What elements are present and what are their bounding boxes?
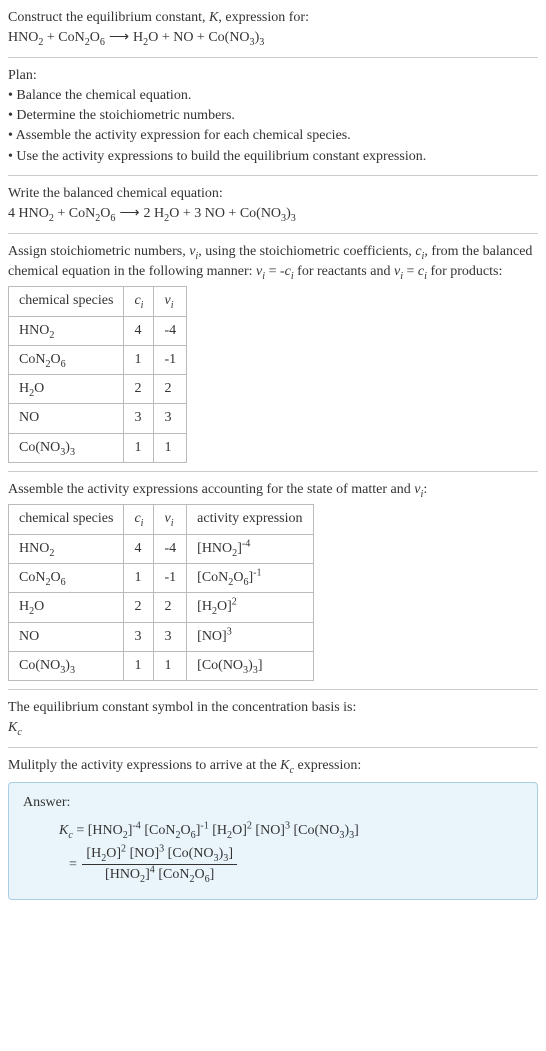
answer-label: Answer: <box>23 793 523 813</box>
kc-product-form: Kc = [HNO2]-4 [CoN2O6]-1 [H2O]2 [NO]3 [C… <box>59 819 523 843</box>
cell-vi: 3 <box>154 622 187 651</box>
cell-vi: -4 <box>154 316 187 345</box>
col-species: chemical species <box>9 287 124 316</box>
reaction-arrow-icon: ⟶ <box>115 204 143 224</box>
section-plan: Plan: • Balance the chemical equation. •… <box>8 58 538 176</box>
text: , expression for: <box>218 10 309 25</box>
activity-heading: Assemble the activity expressions accoun… <box>8 480 538 500</box>
cell-vi: 1 <box>154 651 187 680</box>
cell-species: Co(NO3)3 <box>9 651 124 680</box>
cell-vi: 2 <box>154 593 187 622</box>
cell-ci: 1 <box>124 433 154 462</box>
reaction-arrow-icon: ⟶ <box>105 28 133 48</box>
cell-ci: 2 <box>124 593 154 622</box>
section-problem: Construct the equilibrium constant, K, e… <box>8 8 538 58</box>
text: Assemble the activity expressions accoun… <box>8 482 414 497</box>
activity-table: chemical species ci νi activity expressi… <box>8 504 314 681</box>
cell-species: H2O <box>9 593 124 622</box>
table-row: HNO24-4 <box>9 316 187 345</box>
text: : <box>423 482 427 497</box>
table-header-row: chemical species ci νi <box>9 287 187 316</box>
text: expression: <box>294 758 361 773</box>
plan-bullet-1: • Balance the chemical equation. <box>8 86 538 106</box>
cell-species: HNO2 <box>9 316 124 345</box>
stoich-table: chemical species ci νi HNO24-4 CoN2O61-1… <box>8 286 187 463</box>
col-activity: activity expression <box>187 505 313 534</box>
cell-ci: 1 <box>124 345 154 374</box>
plan-bullet-2: • Determine the stoichiometric numbers. <box>8 106 538 126</box>
section-activity: Assemble the activity expressions accoun… <box>8 472 538 690</box>
cell-ci: 4 <box>124 316 154 345</box>
table-row: Co(NO3)311[Co(NO3)3] <box>9 651 314 680</box>
col-ci: ci <box>124 505 154 534</box>
cell-activity: [H2O]2 <box>187 593 313 622</box>
stoich-description: Assign stoichiometric numbers, νi, using… <box>8 242 538 283</box>
plan-bullet-3: • Assemble the activity expression for e… <box>8 126 538 146</box>
cell-activity: [NO]3 <box>187 622 313 651</box>
cell-ci: 3 <box>124 404 154 433</box>
table-row: HNO24-4[HNO2]-4 <box>9 534 314 563</box>
section-stoich: Assign stoichiometric numbers, νi, using… <box>8 234 538 472</box>
cell-vi: 3 <box>154 404 187 433</box>
kc-fraction-form: = [H2O]2 [NO]3 [Co(NO3)3] [HNO2]4 [CoN2O… <box>69 844 523 886</box>
cell-vi: 2 <box>154 375 187 404</box>
section-balanced: Write the balanced chemical equation: 4 … <box>8 176 538 234</box>
cell-activity: [HNO2]-4 <box>187 534 313 563</box>
col-species: chemical species <box>9 505 124 534</box>
reaction-balanced: 4 HNO2 + CoN2O6⟶2 H2O + 3 NO + Co(NO3)3 <box>8 204 538 224</box>
table-row: CoN2O61-1[CoN2O6]-1 <box>9 563 314 592</box>
table-row: NO33[NO]3 <box>9 622 314 651</box>
cell-activity: [CoN2O6]-1 <box>187 563 313 592</box>
cell-ci: 1 <box>124 563 154 592</box>
cell-vi: -1 <box>154 345 187 374</box>
text: Mulitply the activity expressions to arr… <box>8 758 280 773</box>
kc-symbol-heading: The equilibrium constant symbol in the c… <box>8 698 538 718</box>
reaction-unbalanced: HNO2 + CoN2O6⟶H2O + NO + Co(NO3)3 <box>8 28 538 48</box>
symbol-K: K <box>209 10 218 25</box>
section-final: Mulitply the activity expressions to arr… <box>8 748 538 900</box>
cell-species: CoN2O6 <box>9 563 124 592</box>
cell-species: NO <box>9 622 124 651</box>
cell-vi: -1 <box>154 563 187 592</box>
cell-ci: 3 <box>124 622 154 651</box>
col-ci: ci <box>124 287 154 316</box>
cell-species: CoN2O6 <box>9 345 124 374</box>
col-vi: νi <box>154 505 187 534</box>
cell-species: H2O <box>9 375 124 404</box>
text: Construct the equilibrium constant, <box>8 10 209 25</box>
cell-ci: 1 <box>124 651 154 680</box>
table-row: Co(NO3)311 <box>9 433 187 462</box>
kc-symbol: Kc <box>8 718 538 738</box>
table-header-row: chemical species ci νi activity expressi… <box>9 505 314 534</box>
cell-ci: 4 <box>124 534 154 563</box>
table-row: CoN2O61-1 <box>9 345 187 374</box>
answer-box: Answer: Kc = [HNO2]-4 [CoN2O6]-1 [H2O]2 … <box>8 782 538 900</box>
plan-heading: Plan: <box>8 66 538 86</box>
cell-vi: 1 <box>154 433 187 462</box>
plan-bullet-4: • Use the activity expressions to build … <box>8 147 538 167</box>
section-kc-symbol: The equilibrium constant symbol in the c… <box>8 690 538 748</box>
table-row: H2O22[H2O]2 <box>9 593 314 622</box>
balanced-heading: Write the balanced chemical equation: <box>8 184 538 204</box>
cell-species: Co(NO3)3 <box>9 433 124 462</box>
cell-species: HNO2 <box>9 534 124 563</box>
cell-vi: -4 <box>154 534 187 563</box>
table-row: H2O22 <box>9 375 187 404</box>
problem-statement: Construct the equilibrium constant, K, e… <box>8 8 538 28</box>
final-heading: Mulitply the activity expressions to arr… <box>8 756 538 776</box>
cell-species: NO <box>9 404 124 433</box>
cell-ci: 2 <box>124 375 154 404</box>
table-row: NO33 <box>9 404 187 433</box>
col-vi: νi <box>154 287 187 316</box>
cell-activity: [Co(NO3)3] <box>187 651 313 680</box>
